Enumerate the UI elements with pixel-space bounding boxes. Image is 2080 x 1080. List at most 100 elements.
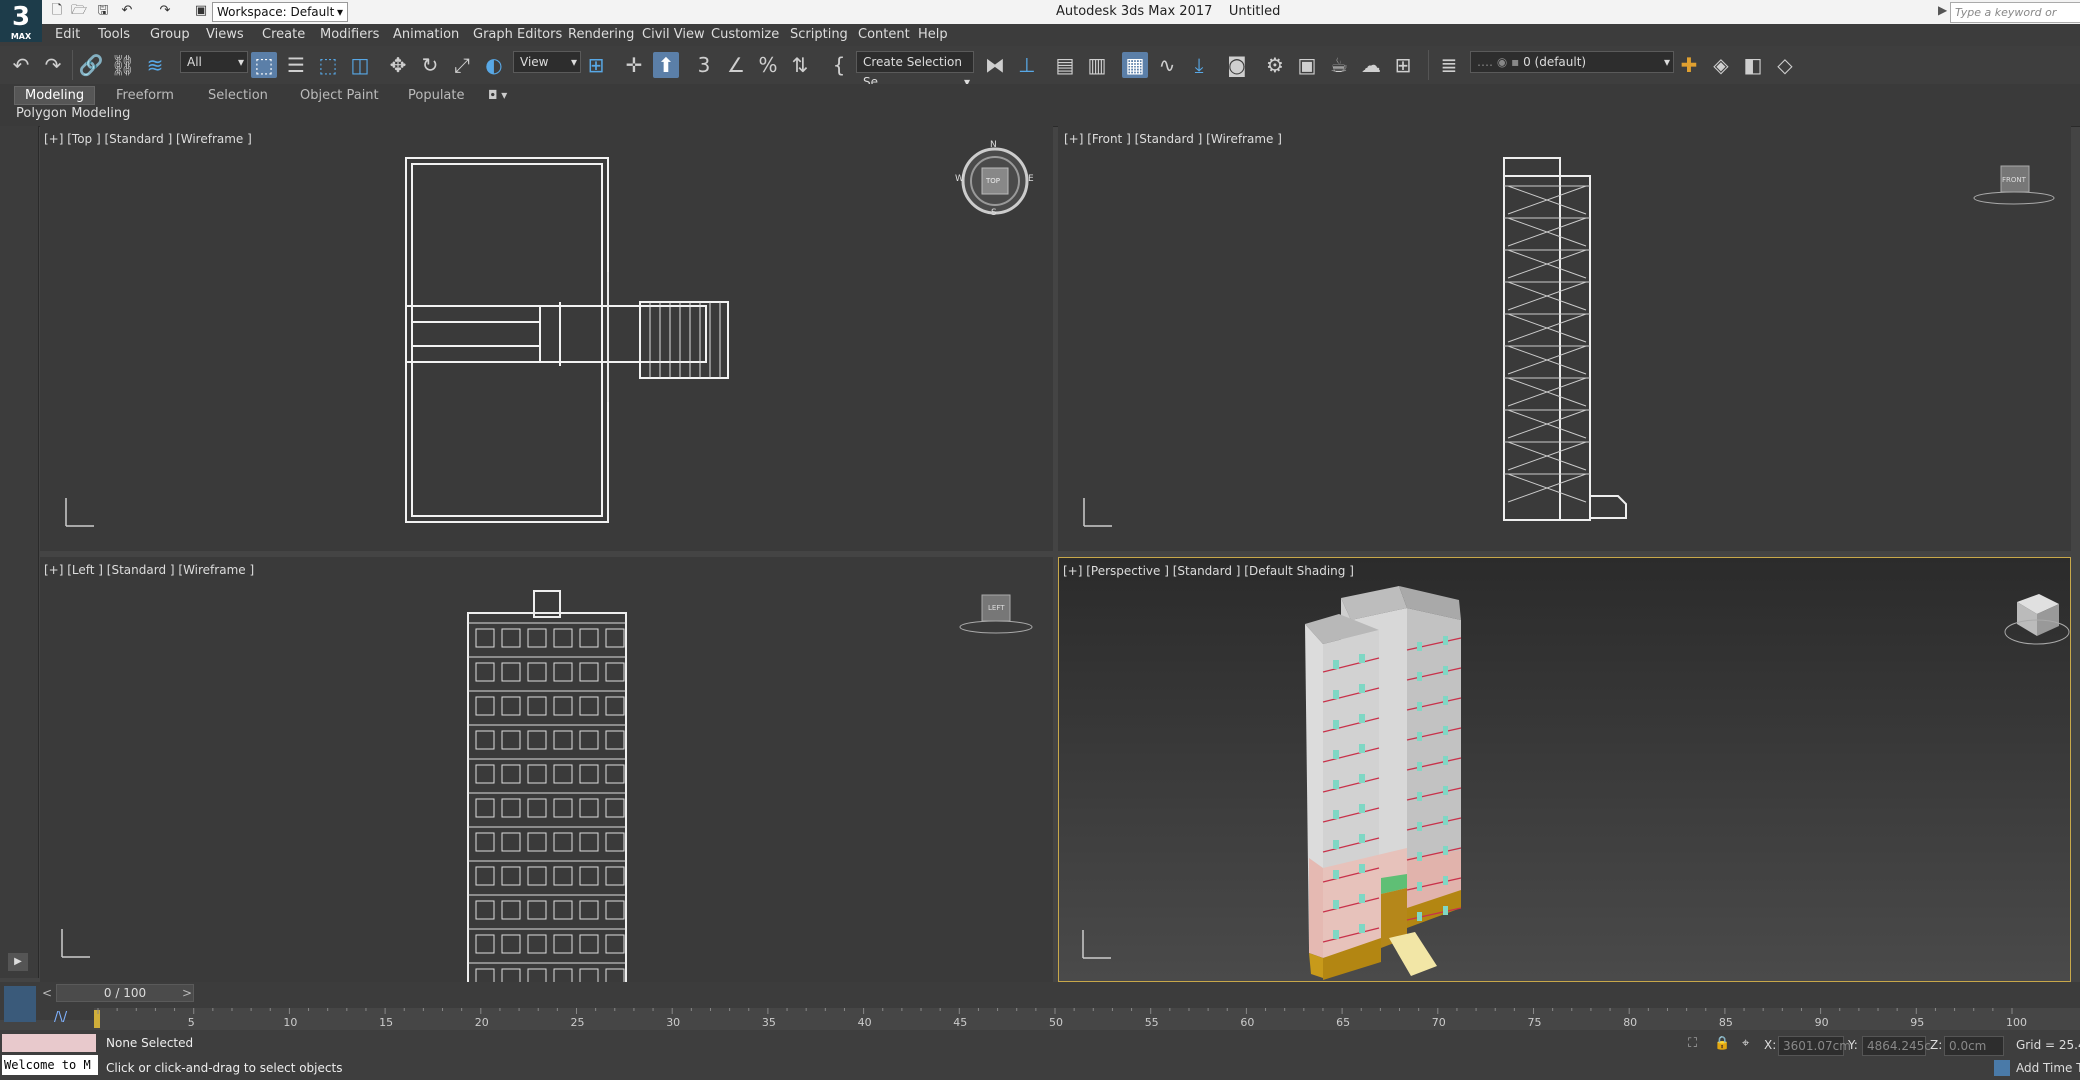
x-coord-field[interactable]: 3601.07cm [1778, 1036, 1851, 1056]
layer-manager-icon[interactable]: ≣ [1436, 52, 1462, 78]
z-coord-field[interactable]: 0.0cm [1944, 1036, 2004, 1056]
pivot-center-icon[interactable]: ⊞ [583, 52, 609, 78]
rectangular-selection-icon[interactable]: ⬚ [315, 52, 341, 78]
menu-create[interactable]: Create [262, 27, 305, 42]
perspective-window [1443, 636, 1448, 645]
menu-animation[interactable]: Animation [393, 27, 459, 42]
select-objects-in-layer-icon[interactable]: ◧ [1740, 52, 1766, 78]
curve-editor-icon[interactable]: ∿ [1154, 52, 1180, 78]
select-and-link-icon[interactable]: 🔗 [78, 52, 104, 78]
time-tag-icon[interactable] [1994, 1060, 2010, 1076]
polygon-modeling-panel[interactable]: Polygon Modeling [16, 106, 130, 121]
named-selection-dropdown[interactable]: Create Selection Se ▾ [856, 51, 974, 89]
mirror-icon[interactable]: ⧓ [982, 52, 1008, 78]
menu-graph-editors[interactable]: Graph Editors [473, 27, 562, 42]
layer-dropdown[interactable]: ‥‥ ◉ ▪ 0 (default) ▾ [1470, 51, 1674, 73]
menu-help[interactable]: Help [918, 27, 948, 42]
set-current-layer-icon[interactable]: ◇ [1772, 52, 1798, 78]
add-time-tag-button[interactable]: Add Time Tag [2016, 1061, 2080, 1075]
workspace-dropdown[interactable]: Workspace: Default ▾ [212, 2, 348, 22]
select-by-name-icon[interactable]: ☰ [283, 52, 309, 78]
keyboard-shortcut-toggle-icon[interactable]: ⬆ [653, 52, 679, 78]
menu-group[interactable]: Group [150, 27, 190, 42]
ribbon-options-icon[interactable]: ◘ ▾ [488, 88, 507, 102]
viewport-layout-icon[interactable] [4, 986, 36, 1022]
manipulate-icon[interactable]: ✛ [621, 52, 647, 78]
redo-quick-icon[interactable]: ↷ [156, 3, 174, 19]
render-setup-icon[interactable]: ⚙ [1262, 52, 1288, 78]
render-in-cloud-icon[interactable]: ☁ [1358, 52, 1384, 78]
menu-edit[interactable]: Edit [55, 27, 80, 42]
material-editor-icon[interactable]: ◙ [1224, 52, 1250, 78]
menu-scripting[interactable]: Scripting [790, 27, 848, 42]
search-expand-icon[interactable]: ▶ [1938, 3, 1947, 17]
toggle-scene-explorer-icon[interactable]: ▤ [1052, 52, 1078, 78]
select-object-icon[interactable]: ⬚ [251, 52, 277, 78]
y-coord-field[interactable]: 4864.245c [1862, 1036, 1931, 1056]
align-icon[interactable]: ⊥ [1014, 52, 1040, 78]
render-production-icon[interactable]: ☕ [1326, 52, 1352, 78]
menu-customize[interactable]: Customize [711, 27, 779, 42]
absolute-mode-icon[interactable]: ⌖ [1742, 1036, 1749, 1051]
undo-quick-icon[interactable]: ↶ [118, 3, 136, 19]
selection-filter-dropdown[interactable]: All ▾ [180, 51, 248, 73]
search-input[interactable]: Type a keyword or phrase [1950, 2, 2080, 38]
select-and-scale-icon[interactable]: ⤢ [449, 52, 475, 78]
menu-views[interactable]: Views [206, 27, 244, 42]
new-file-icon[interactable]: 🗋 [48, 3, 66, 19]
isolate-selection-icon[interactable]: ⛶ [1688, 1036, 1697, 1051]
viewport-top[interactable]: [+] [Top ] [Standard ] [Wireframe ] N E … [40, 126, 1053, 551]
time-slider[interactable]: 0 / 100 [56, 984, 194, 1002]
play-maxscript-icon[interactable]: ▶ [8, 953, 28, 971]
tab-modeling[interactable]: Modeling [14, 86, 96, 105]
open-file-icon[interactable]: 🗁 [70, 3, 88, 19]
curve-editor-mini-icon[interactable]: /\/ [54, 1010, 67, 1025]
menu-civil-view[interactable]: Civil View [642, 27, 705, 42]
viewcube-top-label[interactable]: TOP [986, 177, 1000, 185]
reference-coordinate-dropdown[interactable]: View ▾ [513, 51, 581, 73]
percent-snap-icon[interactable]: % [755, 52, 781, 78]
menu-rendering[interactable]: Rendering [568, 27, 634, 42]
maxscript-listener-output[interactable] [2, 1034, 96, 1052]
create-new-layer-icon[interactable]: ✚ [1676, 52, 1702, 78]
select-and-move-icon[interactable]: ✥ [385, 52, 411, 78]
tab-selection[interactable]: Selection [208, 88, 268, 103]
menu-content[interactable]: Content [858, 27, 910, 42]
edit-named-selection-icon[interactable]: { [826, 52, 852, 78]
a360-gallery-icon[interactable]: ⊞ [1390, 52, 1416, 78]
selection-lock-icon[interactable]: 🔒 [1714, 1036, 1730, 1051]
redo-icon[interactable]: ↷ [40, 52, 66, 78]
add-selection-to-layer-icon[interactable]: ◈ [1708, 52, 1734, 78]
maxscript-listener-input[interactable]: Welcome to M [2, 1055, 98, 1075]
angle-snap-icon[interactable]: ∠ [723, 52, 749, 78]
viewport-left[interactable]: [+] [Left ] [Standard ] [Wireframe ] LEF… [40, 557, 1053, 982]
app-logo-button[interactable]: 3 MAX [0, 0, 42, 42]
tab-freeform[interactable]: Freeform [116, 88, 174, 103]
tab-populate[interactable]: Populate [408, 88, 465, 103]
tab-object-paint[interactable]: Object Paint [300, 88, 379, 103]
unlink-icon[interactable]: ⛓ [110, 52, 136, 78]
menu-modifiers[interactable]: Modifiers [320, 27, 379, 42]
toolbar-divider [72, 50, 73, 80]
schematic-view-icon[interactable]: ⤓ [1186, 52, 1212, 78]
save-file-icon[interactable]: 🖫 [94, 3, 112, 19]
time-slider-next-icon[interactable]: > [182, 986, 192, 1000]
project-folder-icon[interactable]: ▣ [192, 3, 210, 19]
viewport-front[interactable]: [+] [Front ] [Standard ] [Wireframe ] FR… [1058, 126, 2071, 551]
time-slider-prev-icon[interactable]: < [42, 986, 52, 1000]
timeline-track[interactable]: 5 10 15 20 25 30 35 40 45 50 55 60 65 70 75 80 85 90 95 100 [94, 1008, 2080, 1030]
select-and-rotate-icon[interactable]: ↻ [417, 52, 443, 78]
spinner-snap-icon[interactable]: ⇅ [787, 52, 813, 78]
undo-icon[interactable]: ↶ [8, 52, 34, 78]
viewcube-front-label[interactable]: FRONT [2002, 176, 2026, 184]
toggle-ribbon-icon[interactable]: ▦ [1122, 52, 1148, 78]
snaps-toggle-icon[interactable]: 3 [691, 52, 717, 78]
viewcube-left-label[interactable]: LEFT [988, 604, 1005, 612]
window-crossing-icon[interactable]: ◫ [347, 52, 373, 78]
menu-tools[interactable]: Tools [98, 27, 130, 42]
place-icon[interactable]: ◐ [481, 52, 507, 78]
viewport-perspective[interactable]: [+] [Perspective ] [Standard ] [Default … [1058, 557, 2071, 982]
bind-space-warp-icon[interactable]: ≋ [142, 52, 168, 78]
toggle-layer-explorer-icon[interactable]: ▥ [1084, 52, 1110, 78]
rendered-frame-window-icon[interactable]: ▣ [1294, 52, 1320, 78]
